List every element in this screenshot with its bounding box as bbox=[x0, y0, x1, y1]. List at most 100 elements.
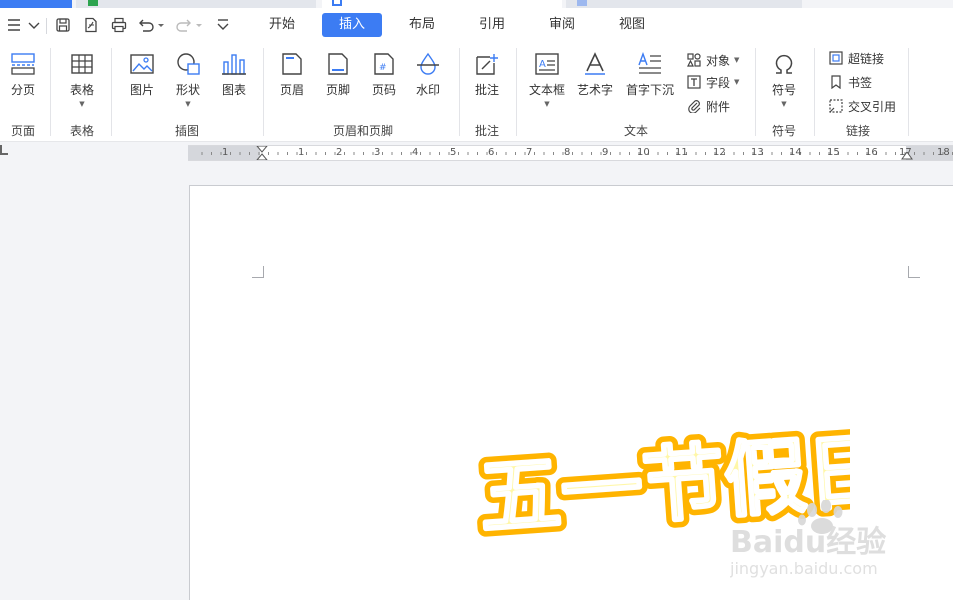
header-icon bbox=[277, 50, 307, 78]
export-pdf-button[interactable] bbox=[80, 14, 102, 36]
margin-corner-mark bbox=[908, 266, 920, 278]
print-button[interactable] bbox=[108, 14, 130, 36]
dropdown-caret-icon: ▼ bbox=[734, 78, 740, 86]
customize-toolbar-button[interactable] bbox=[212, 14, 234, 36]
ruler-number: 1 bbox=[298, 147, 305, 158]
dropdown-caret-icon: ▼ bbox=[185, 100, 191, 108]
watermark-button[interactable]: 水印 bbox=[410, 50, 446, 98]
tab-references[interactable]: 引用 bbox=[468, 13, 516, 37]
group-separator bbox=[111, 48, 112, 136]
pdf-icon bbox=[85, 17, 97, 33]
hamburger-icon bbox=[8, 19, 40, 31]
redo-button[interactable] bbox=[174, 14, 204, 36]
svg-text:Baidu经验: Baidu经验 bbox=[730, 525, 886, 560]
ruler-number: 9 bbox=[602, 147, 609, 158]
shape-icon bbox=[173, 50, 203, 78]
dropdown-caret-icon: ▼ bbox=[734, 56, 740, 64]
tab-view[interactable]: 视图 bbox=[608, 13, 656, 37]
field-button[interactable]: 字段 ▼ bbox=[686, 72, 739, 92]
footer-icon bbox=[323, 50, 353, 78]
hyperlink-icon bbox=[828, 50, 844, 66]
table-button[interactable]: 表格 ▼ bbox=[64, 50, 100, 108]
group-label-comment: 批注 bbox=[474, 124, 499, 138]
group-separator bbox=[755, 48, 756, 136]
group-separator bbox=[459, 48, 460, 136]
ruler-number: 11 bbox=[675, 147, 688, 158]
tab-start[interactable]: 开始 bbox=[258, 13, 306, 37]
ruler-number: 16 bbox=[865, 147, 878, 158]
footer-button[interactable]: 页脚 bbox=[320, 50, 356, 98]
shape-button[interactable]: 形状 ▼ bbox=[170, 50, 206, 108]
tab-stop-selector[interactable] bbox=[0, 145, 8, 155]
ruler-number: 18 bbox=[937, 147, 950, 158]
object-button[interactable]: 对象 ▼ bbox=[686, 50, 739, 70]
page-break-button[interactable]: 分页 bbox=[6, 50, 40, 98]
bookmark-icon bbox=[828, 74, 844, 90]
ribbon-insert: 分页 页面 表格 ▼ 表格 图片 形状 ▼ 图表 插图 页眉 页脚 # 页码 水… bbox=[0, 42, 953, 142]
comment-icon bbox=[472, 50, 502, 78]
horizontal-ruler[interactable]: 1 1 2 3 4 5 6 7 8 9 10 11 12 13 14 15 16… bbox=[188, 145, 953, 161]
group-separator bbox=[516, 48, 517, 136]
tab-review[interactable]: 审阅 bbox=[538, 13, 586, 37]
ruler-number: 7 bbox=[526, 147, 533, 158]
document-tab-2[interactable] bbox=[322, 0, 562, 8]
printer-icon bbox=[111, 17, 127, 33]
comment-button[interactable]: 批注 bbox=[469, 50, 505, 98]
bar-chart-icon bbox=[219, 50, 249, 78]
undo-button[interactable] bbox=[136, 14, 166, 36]
chevron-down-icon bbox=[217, 19, 229, 30]
dropcap-button[interactable]: 首字下沉 bbox=[624, 50, 676, 98]
page-break-icon bbox=[8, 50, 38, 78]
baidu-paw-logo: Baidu经验 jingyan.baidu.com bbox=[729, 499, 886, 578]
picture-button[interactable]: 图片 bbox=[124, 50, 160, 98]
ruler-number: 2 bbox=[336, 147, 343, 158]
document-tab-3[interactable] bbox=[566, 0, 802, 8]
hyperlink-button[interactable]: 超链接 bbox=[828, 48, 884, 68]
right-indent-marker-icon[interactable] bbox=[901, 152, 913, 160]
group-label-illustration: 插图 bbox=[174, 124, 199, 138]
wordart-button[interactable]: 艺术字 bbox=[576, 50, 614, 98]
margin-corner-mark bbox=[252, 266, 264, 278]
group-label-text: 文本 bbox=[623, 124, 648, 138]
spreadsheet-icon bbox=[88, 0, 98, 6]
baidu-watermark: Baidu经验 jingyan.baidu.com bbox=[729, 499, 905, 583]
group-separator bbox=[908, 48, 909, 136]
crossref-button[interactable]: 交叉引用 bbox=[828, 96, 896, 116]
header-button[interactable]: 页眉 bbox=[274, 50, 310, 98]
omega-icon bbox=[769, 50, 799, 78]
textbox-button[interactable]: A 文本框 ▼ bbox=[526, 50, 568, 108]
indent-marker-icon[interactable] bbox=[256, 146, 268, 160]
tab-layout[interactable]: 布局 bbox=[398, 13, 446, 37]
object-icon bbox=[686, 52, 702, 68]
attachment-button[interactable]: 附件 bbox=[686, 96, 730, 116]
ruler-number: 15 bbox=[827, 147, 840, 158]
ruler-number: 1 bbox=[222, 147, 229, 158]
page-number-button[interactable]: # 页码 bbox=[366, 50, 402, 98]
separator bbox=[46, 18, 47, 34]
svg-text:#: # bbox=[379, 63, 387, 73]
save-icon bbox=[56, 18, 70, 32]
group-separator bbox=[263, 48, 264, 136]
symbol-button[interactable]: 符号 ▼ bbox=[766, 50, 802, 108]
bookmark-button[interactable]: 书签 bbox=[828, 72, 872, 92]
ruler-number: 10 bbox=[637, 147, 650, 158]
save-button[interactable] bbox=[52, 14, 74, 36]
paperclip-icon bbox=[686, 98, 702, 114]
app-tab[interactable] bbox=[0, 0, 72, 8]
document-tab-strip bbox=[0, 0, 953, 8]
menu-bar: 开始 插入 布局 引用 审阅 视图 bbox=[0, 8, 953, 42]
chart-button[interactable]: 图表 bbox=[216, 50, 252, 98]
ruler-number: 3 bbox=[374, 147, 381, 158]
group-label-header-footer: 页眉和页脚 bbox=[332, 124, 393, 138]
tab-insert[interactable]: 插入 bbox=[322, 13, 382, 37]
wordart-icon bbox=[580, 50, 610, 78]
ruler-number: 12 bbox=[713, 147, 726, 158]
ruler-number: 6 bbox=[488, 147, 495, 158]
group-label-table: 表格 bbox=[69, 124, 94, 138]
ruler-number: 8 bbox=[564, 147, 571, 158]
group-label-link: 链接 bbox=[845, 124, 870, 138]
main-menu-button[interactable] bbox=[4, 14, 42, 36]
picture-icon bbox=[127, 50, 157, 78]
group-label-symbol: 符号 bbox=[771, 124, 796, 138]
document-tab-1[interactable] bbox=[76, 0, 316, 8]
